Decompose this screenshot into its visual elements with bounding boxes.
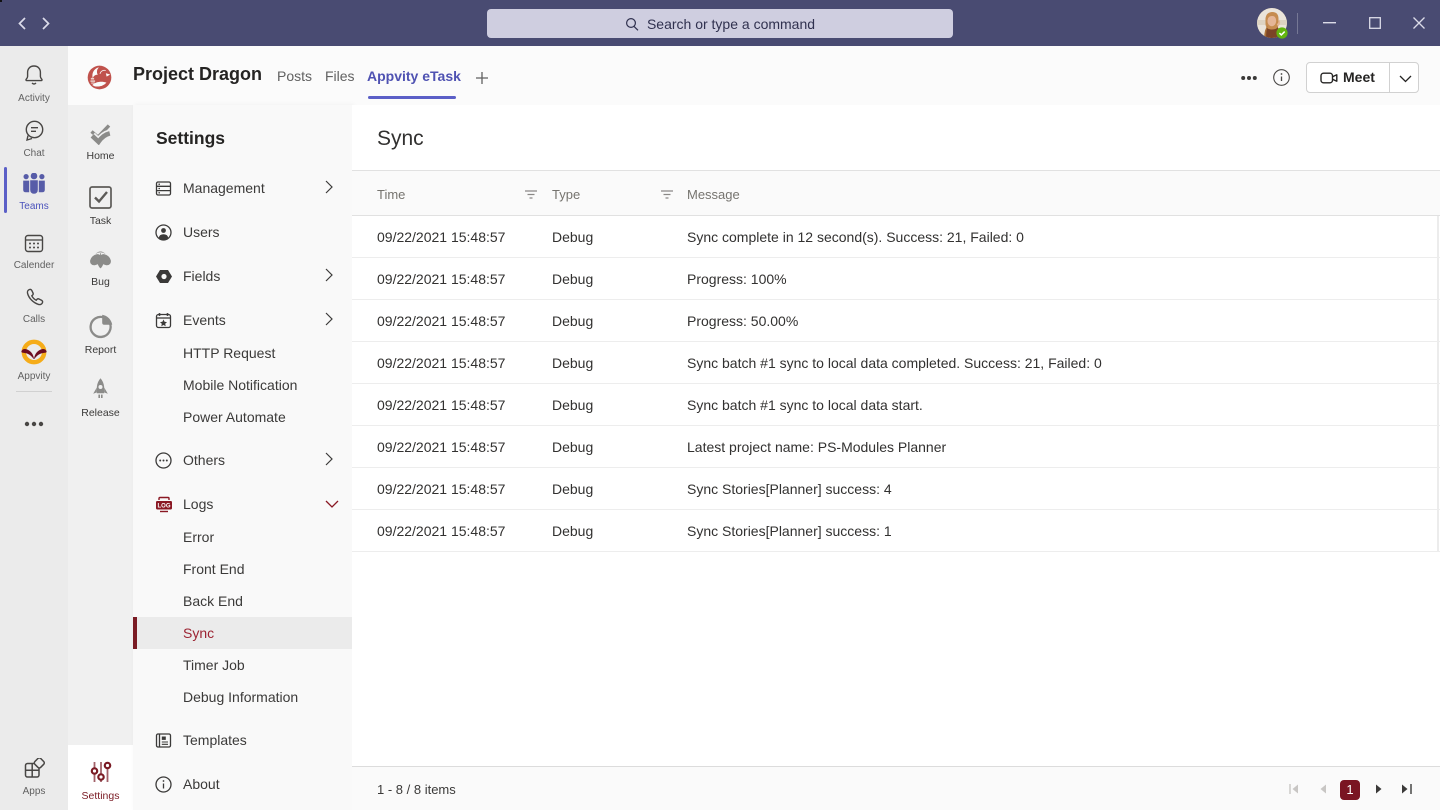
svg-text:LOG: LOG (158, 504, 171, 510)
